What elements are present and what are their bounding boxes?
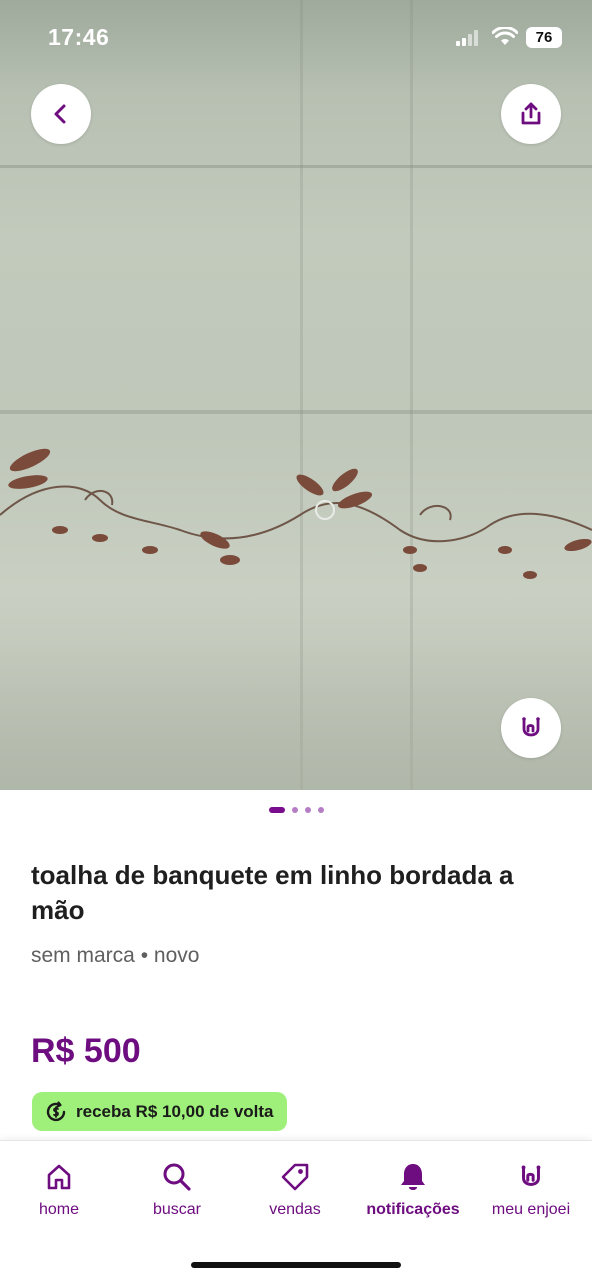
product-screen: 17:46 76 toalha de banquete em linho bor… [0, 0, 592, 1280]
tab-vendas[interactable]: vendas [236, 1159, 354, 1219]
product-price: R$ 500 [31, 1032, 141, 1070]
tab-label: buscar [152, 1201, 202, 1218]
pager-dot[interactable] [317, 807, 324, 813]
status-bar: 17:46 76 [0, 0, 592, 76]
share-icon [521, 102, 541, 125]
back-button[interactable] [31, 84, 91, 144]
search-icon [159, 1159, 195, 1195]
bell-icon [395, 1159, 431, 1195]
pager-dot[interactable] [304, 807, 311, 813]
rock-hand-icon [513, 1159, 549, 1195]
wifi-icon [492, 27, 518, 45]
tab-buscar[interactable]: buscar [118, 1159, 236, 1219]
meta-separator: • [140, 944, 149, 967]
pager-dot[interactable] [291, 807, 298, 813]
home-icon [41, 1159, 77, 1195]
product-title: toalha de banquete em linho bordada a mã… [31, 860, 514, 925]
chevron-left-icon [54, 104, 66, 124]
tag-icon [277, 1159, 313, 1195]
product-brand: sem marca [31, 944, 135, 967]
tab-label: notificações [366, 1201, 460, 1218]
photo-pager[interactable] [0, 806, 592, 814]
cellular-signal-icon [456, 30, 478, 46]
status-time: 17:46 [48, 24, 110, 50]
product-condition: novo [153, 944, 200, 967]
tab-meu-enjoei[interactable]: meu enjoei [472, 1159, 590, 1219]
embroidery-pattern [0, 448, 592, 579]
tab-notificacoes[interactable]: notificações [354, 1159, 472, 1219]
pager-dot-active[interactable] [268, 807, 285, 813]
tab-label: vendas [269, 1201, 321, 1218]
product-meta: sem marca • novo [31, 944, 199, 968]
tab-label: home [38, 1201, 80, 1218]
tab-home[interactable]: home [0, 1159, 118, 1219]
cashback-badge[interactable]: receba R$ 10,00 de volta [32, 1092, 287, 1131]
home-indicator[interactable] [191, 1262, 401, 1268]
dollar-cycle-icon [46, 1100, 66, 1121]
share-button[interactable] [501, 84, 561, 144]
battery-level: 76 [526, 27, 562, 48]
tab-label: meu enjoei [491, 1201, 571, 1218]
like-button[interactable] [501, 698, 561, 758]
bottom-tab-bar: home buscar vendas notificações meu enjo… [0, 1140, 592, 1280]
cashback-text: receba R$ 10,00 de volta [76, 1101, 274, 1121]
rock-hand-icon [522, 717, 540, 737]
